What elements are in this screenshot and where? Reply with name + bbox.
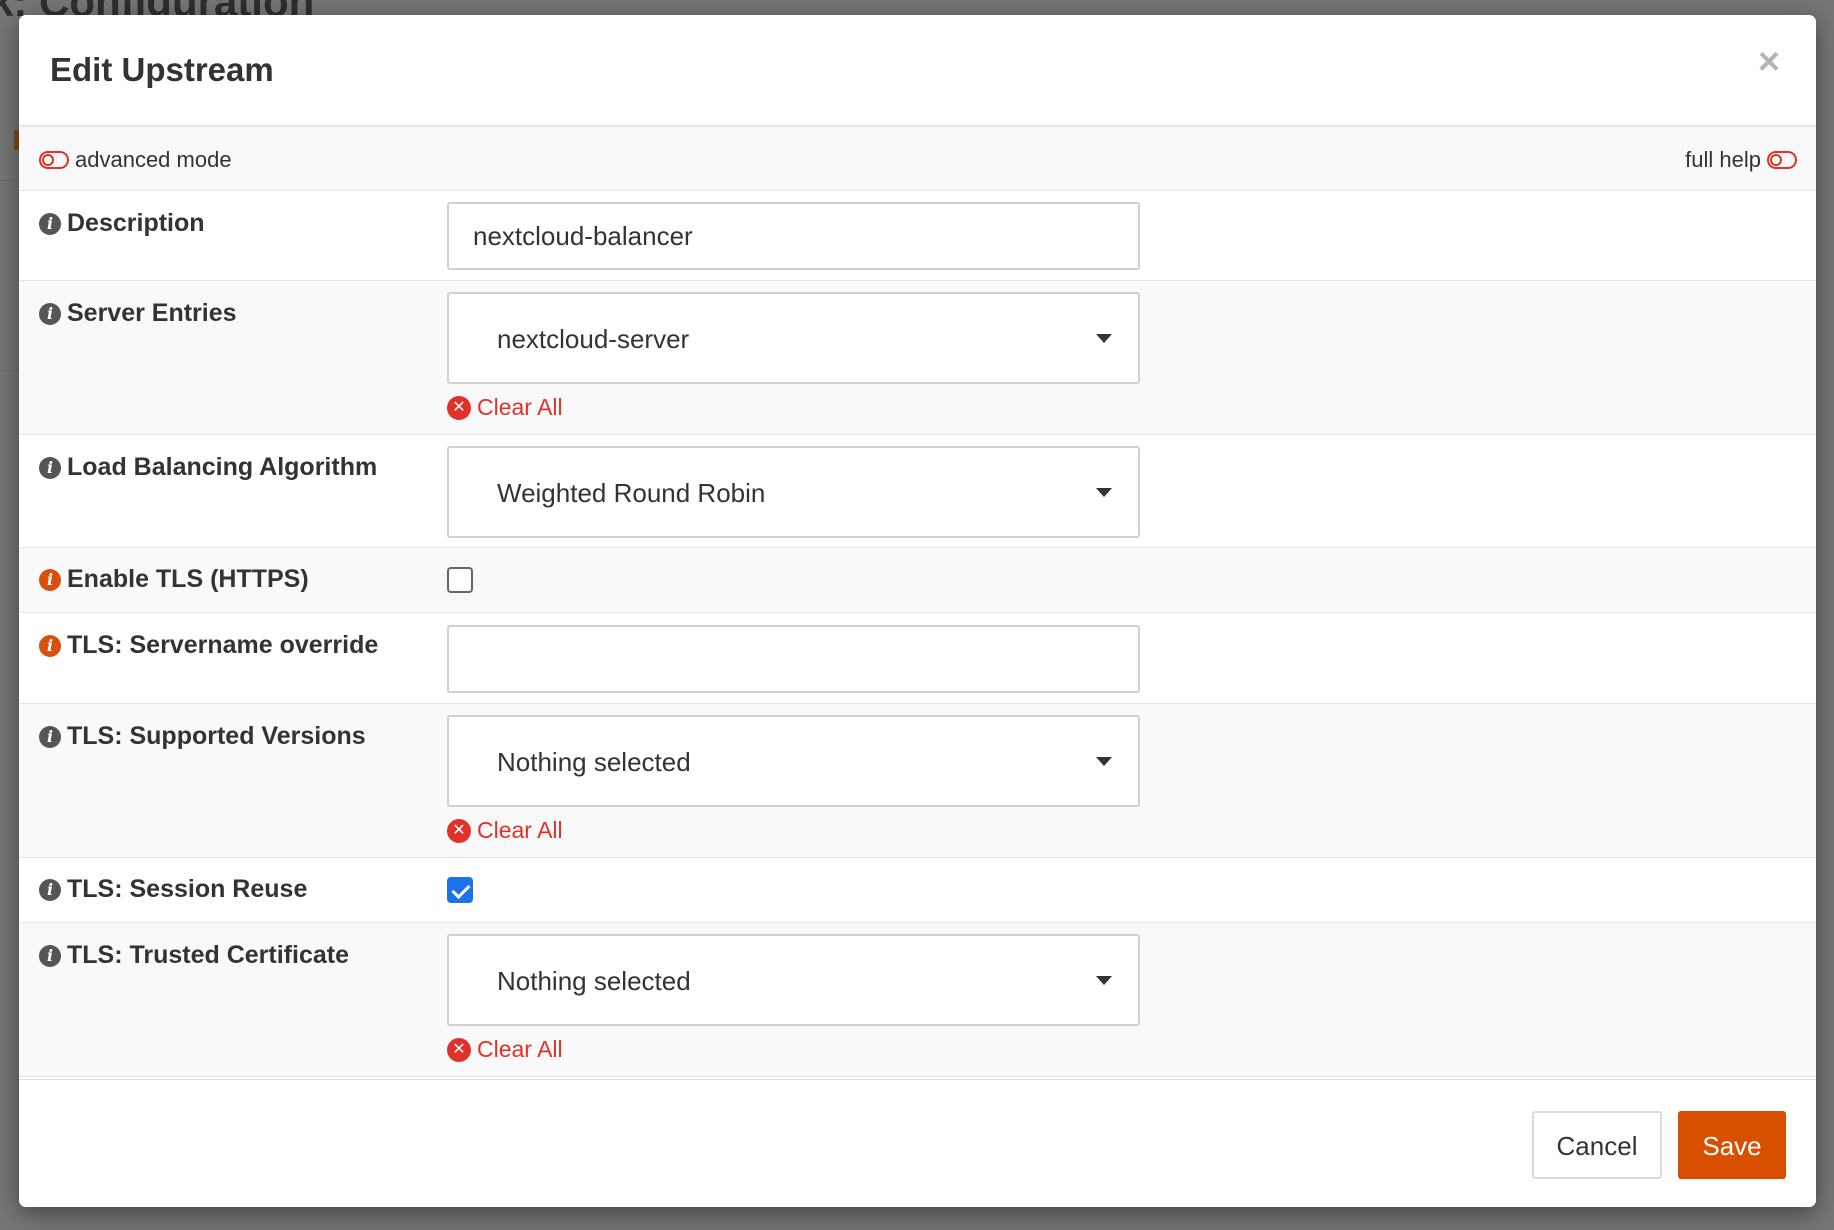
description-input[interactable] xyxy=(447,202,1140,270)
tls-versions-select[interactable]: Nothing selected xyxy=(447,715,1140,807)
row-tls-versions: i TLS: Supported Versions Nothing select… xyxy=(19,704,1816,858)
caret-down-icon xyxy=(1096,488,1112,497)
info-icon-orange[interactable]: i xyxy=(39,634,61,657)
load-balancing-select[interactable]: Weighted Round Robin xyxy=(447,446,1140,538)
tls-session-reuse-checkbox[interactable] xyxy=(447,877,473,903)
toggle-off-icon[interactable] xyxy=(1767,151,1797,169)
clear-circle-icon: ✕ xyxy=(447,395,471,420)
save-button[interactable]: Save xyxy=(1678,1111,1786,1179)
server-entries-label-text: Server Entries xyxy=(67,299,237,327)
advanced-mode-toggle[interactable]: advanced mode xyxy=(39,147,232,173)
server-entries-field-wrap: nextcloud-server ✕ Clear All xyxy=(447,292,1140,421)
clear-all-label: Clear All xyxy=(477,394,563,420)
enable-tls-label-text: Enable TLS (HTTPS) xyxy=(67,565,309,593)
load-balancing-label-text: Load Balancing Algorithm xyxy=(67,453,378,481)
tls-trusted-cert-select[interactable]: Nothing selected xyxy=(447,934,1140,1026)
tls-versions-label: i TLS: Supported Versions xyxy=(39,722,366,751)
tls-servername-input[interactable] xyxy=(447,625,1140,693)
tls-trusted-cert-clear-all[interactable]: ✕ Clear All xyxy=(447,1036,1140,1063)
cancel-button[interactable]: Cancel xyxy=(1532,1111,1662,1179)
clear-all-label: Clear All xyxy=(477,817,563,843)
enable-tls-field-wrap xyxy=(447,567,473,593)
edit-upstream-dialog: Edit Upstream × advanced mode full help … xyxy=(19,15,1816,1207)
info-icon[interactable]: i xyxy=(39,212,61,235)
tls-session-reuse-field-wrap xyxy=(447,877,473,903)
dialog-footer: Cancel Save xyxy=(19,1079,1816,1207)
row-tls-servername: i TLS: Servername override xyxy=(19,613,1816,704)
description-field-wrap xyxy=(447,202,1140,270)
tls-trusted-cert-label-text: TLS: Trusted Certificate xyxy=(67,941,349,969)
close-icon[interactable]: × xyxy=(1752,43,1786,81)
toggle-off-icon[interactable] xyxy=(39,151,69,169)
enable-tls-checkbox[interactable] xyxy=(447,567,473,593)
full-help-toggle[interactable]: full help xyxy=(1685,147,1797,173)
row-tls-session-reuse: i TLS: Session Reuse xyxy=(19,858,1816,923)
tls-versions-field-wrap: Nothing selected ✕ Clear All xyxy=(447,715,1140,844)
tls-trusted-cert-field-wrap: Nothing selected ✕ Clear All xyxy=(447,934,1140,1063)
description-label: i Description xyxy=(39,209,205,238)
tls-servername-label-text: TLS: Servername override xyxy=(67,631,379,659)
description-label-text: Description xyxy=(67,209,205,237)
caret-down-icon xyxy=(1096,757,1112,766)
tls-versions-clear-all[interactable]: ✕ Clear All xyxy=(447,817,1140,844)
load-balancing-label: i Load Balancing Algorithm xyxy=(39,453,377,482)
tls-versions-label-text: TLS: Supported Versions xyxy=(67,722,366,750)
server-entries-value: nextcloud-server xyxy=(497,324,690,354)
info-icon-orange[interactable]: i xyxy=(39,568,61,591)
tls-versions-value: Nothing selected xyxy=(497,747,691,777)
background-divider xyxy=(0,180,20,181)
enable-tls-label: i Enable TLS (HTTPS) xyxy=(39,565,309,594)
clear-circle-icon: ✕ xyxy=(447,818,471,843)
tls-trusted-cert-value: Nothing selected xyxy=(497,966,691,996)
row-description: i Description xyxy=(19,191,1816,281)
dialog-toolbar: advanced mode full help xyxy=(19,127,1816,191)
info-icon[interactable]: i xyxy=(39,302,61,325)
clear-circle-icon: ✕ xyxy=(447,1037,471,1062)
load-balancing-value: Weighted Round Robin xyxy=(497,478,766,508)
row-enable-tls: i Enable TLS (HTTPS) xyxy=(19,548,1816,613)
server-entries-label: i Server Entries xyxy=(39,299,237,328)
tls-servername-field-wrap xyxy=(447,625,1140,693)
advanced-mode-label: advanced mode xyxy=(75,147,232,172)
tls-session-reuse-label: i TLS: Session Reuse xyxy=(39,875,307,904)
tls-servername-label: i TLS: Servername override xyxy=(39,631,378,660)
info-icon[interactable]: i xyxy=(39,944,61,967)
server-entries-clear-all[interactable]: ✕ Clear All xyxy=(447,394,1140,421)
load-balancing-field-wrap: Weighted Round Robin xyxy=(447,446,1140,538)
clear-all-label: Clear All xyxy=(477,1036,563,1062)
tls-trusted-cert-label: i TLS: Trusted Certificate xyxy=(39,941,349,970)
caret-down-icon xyxy=(1096,334,1112,343)
row-tls-trusted-cert: i TLS: Trusted Certificate Nothing selec… xyxy=(19,923,1816,1077)
info-icon[interactable]: i xyxy=(39,456,61,479)
tls-session-reuse-label-text: TLS: Session Reuse xyxy=(67,875,308,903)
full-help-label: full help xyxy=(1685,147,1761,172)
row-server-entries: i Server Entries nextcloud-server ✕ Clea… xyxy=(19,281,1816,435)
server-entries-select[interactable]: nextcloud-server xyxy=(447,292,1140,384)
caret-down-icon xyxy=(1096,976,1112,985)
row-load-balancing: i Load Balancing Algorithm Weighted Roun… xyxy=(19,435,1816,548)
dialog-title: Edit Upstream xyxy=(50,51,274,88)
dialog-header: Edit Upstream × xyxy=(19,15,1816,127)
background-divider xyxy=(0,370,20,371)
info-icon[interactable]: i xyxy=(39,878,61,901)
info-icon[interactable]: i xyxy=(39,725,61,748)
